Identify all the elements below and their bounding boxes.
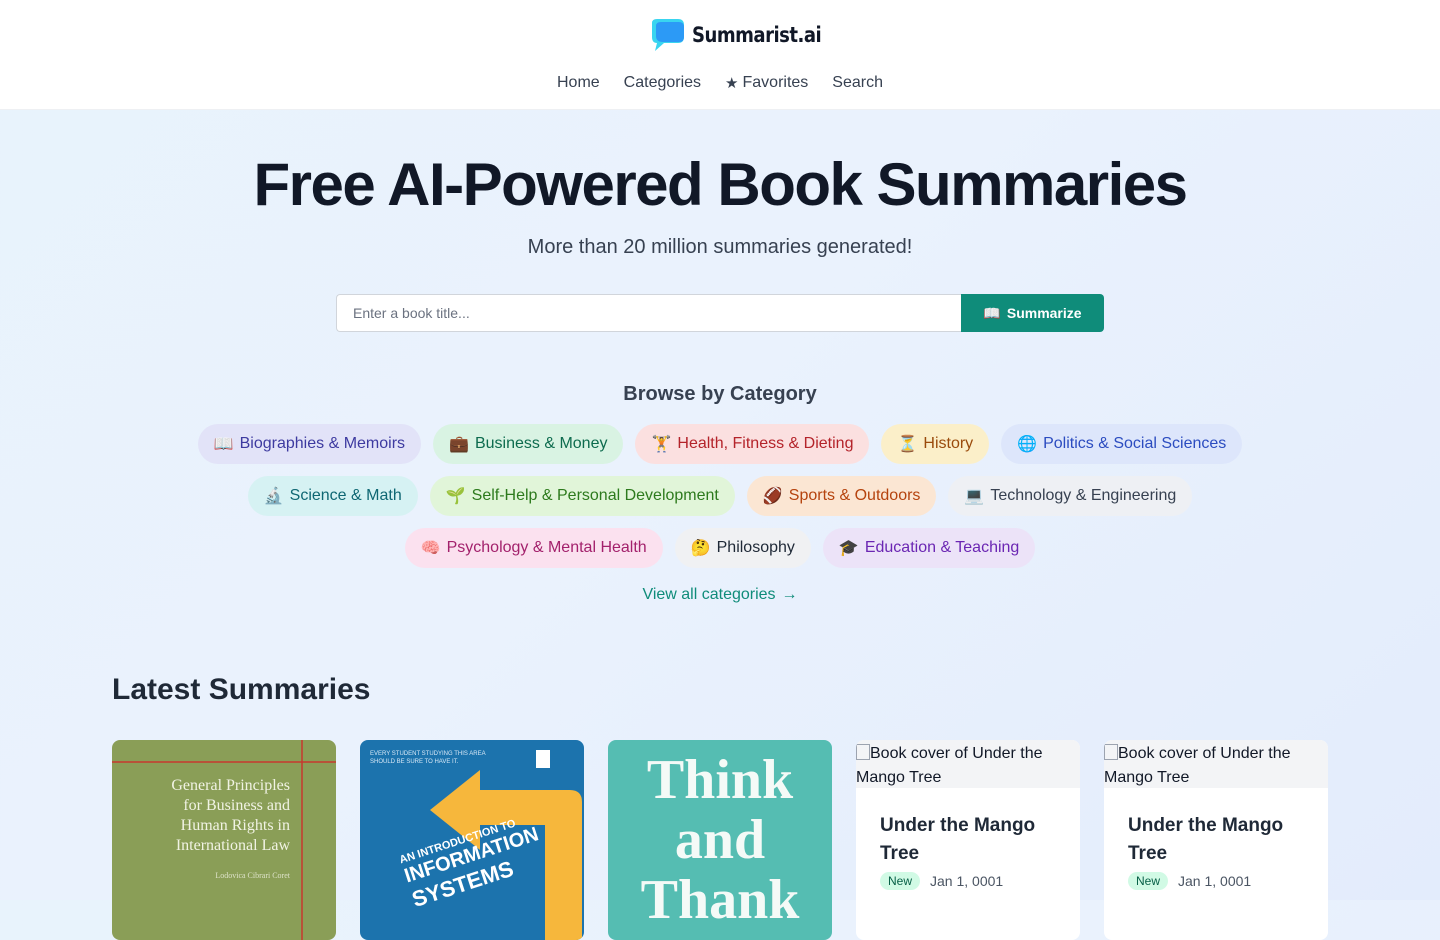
category-label: Science & Math bbox=[289, 487, 402, 504]
category-icon: 📖 bbox=[213, 436, 234, 453]
summarize-form: 📖 Summarize bbox=[336, 294, 1104, 332]
category-icon: 🌐 bbox=[1017, 436, 1038, 453]
hero-subtitle: More than 20 million summaries generated… bbox=[527, 236, 913, 258]
category-pill[interactable]: 🤔 Philosophy bbox=[674, 528, 811, 568]
category-pill[interactable]: 🧠 Psychology & Mental Health bbox=[404, 528, 663, 568]
card-body: Under the Mango Tree New Jan 1, 0001 bbox=[1104, 788, 1328, 914]
card-date: Jan 1, 0001 bbox=[1178, 873, 1252, 889]
category-pill[interactable]: 🏋️ Health, Fitness & Dieting bbox=[635, 424, 870, 464]
broken-book-cover-image: Book cover of Under the Mango Tree bbox=[856, 740, 1080, 788]
cover-tagline: EVERY STUDENT STUDYING THIS AREA SHOULD … bbox=[370, 751, 486, 765]
latest-summaries-title: Latest Summaries bbox=[112, 673, 371, 706]
category-icon: 💻 bbox=[964, 488, 985, 505]
chat-bubble-logo-icon bbox=[648, 17, 686, 53]
category-row: 🧠 Psychology & Mental Health 🤔 Philosophy 🎓 E… bbox=[0, 528, 1440, 568]
summarize-button[interactable]: 📖 Summarize bbox=[961, 294, 1104, 332]
category-pill[interactable]: 💼 Business & Money bbox=[433, 424, 624, 464]
category-icon: 🏈 bbox=[762, 488, 783, 505]
category-label: Business & Money bbox=[474, 435, 608, 452]
arrow-right-icon: → bbox=[781, 586, 798, 603]
category-label: Technology & Engineering bbox=[990, 487, 1177, 504]
card-body: Under the Mango Tree New Jan 1, 0001 bbox=[856, 788, 1080, 914]
summarize-button-label: Summarize bbox=[1006, 305, 1082, 321]
browse-category-title: Browse by Category bbox=[623, 383, 817, 405]
category-label: Politics & Social Sciences bbox=[1043, 435, 1227, 452]
category-icon: 💼 bbox=[449, 436, 469, 453]
category-pill[interactable]: 🔬 Science & Math bbox=[247, 476, 418, 516]
broken-image-icon bbox=[1104, 744, 1118, 760]
book-title-input[interactable] bbox=[336, 294, 961, 332]
card-title: Under the Mango Tree bbox=[880, 815, 1036, 864]
category-pill[interactable]: 📖 Biographies & Memoirs bbox=[197, 424, 422, 464]
summary-card[interactable]: General Principles for Business and Huma… bbox=[112, 740, 336, 940]
broken-book-cover-image: Book cover of Under the Mango Tree bbox=[1104, 740, 1328, 788]
category-pill[interactable]: 🌐 Politics & Social Sciences bbox=[1001, 424, 1243, 464]
card-date: Jan 1, 0001 bbox=[930, 873, 1004, 889]
category-pill[interactable]: 💻 Technology & Engineering bbox=[948, 476, 1193, 516]
category-icon: 🤔 bbox=[690, 540, 711, 557]
category-pill[interactable]: ⏳ History bbox=[881, 424, 990, 464]
nav-home[interactable]: Home bbox=[557, 70, 600, 96]
site-header: Summarist.ai Home Categories ★ Favorites… bbox=[0, 0, 1440, 110]
category-row: 📖 Biographies & Memoirs 💼 Business & Money 🏋… bbox=[0, 424, 1440, 464]
view-all-label: View all categories bbox=[642, 586, 776, 603]
nav-favorites[interactable]: ★ Favorites bbox=[725, 70, 808, 96]
category-icon: 🌱 bbox=[445, 488, 466, 505]
category-icon: 🏋️ bbox=[651, 436, 672, 453]
broken-image-icon bbox=[856, 744, 870, 760]
nav-favorites-label: Favorites bbox=[742, 74, 809, 91]
star-icon: ★ bbox=[725, 75, 739, 92]
summary-card[interactable]: EVERY STUDENT STUDYING THIS AREA SHOULD … bbox=[360, 740, 584, 940]
category-icon: 🧠 bbox=[420, 540, 441, 557]
summary-card[interactable]: Book cover of Under the Mango Tree Under… bbox=[856, 740, 1080, 940]
category-pill[interactable]: 🌱 Self-Help & Personal Development bbox=[429, 476, 735, 516]
category-pill[interactable]: 🎓 Education & Teaching bbox=[822, 528, 1036, 568]
view-all-categories: View all categories → bbox=[0, 586, 1440, 604]
summary-card[interactable]: Think and Thank bbox=[608, 740, 832, 940]
book-icon: 📖 bbox=[983, 304, 1001, 321]
category-icon: 🎓 bbox=[838, 540, 859, 557]
category-label: Psychology & Mental Health bbox=[446, 539, 647, 556]
category-pill[interactable]: 🏈 Sports & Outdoors bbox=[746, 476, 937, 516]
category-label: Sports & Outdoors bbox=[788, 487, 921, 504]
latest-summaries-list: General Principles for Business and Huma… bbox=[112, 740, 1328, 940]
nav-categories[interactable]: Categories bbox=[624, 70, 701, 96]
category-label: Biographies & Memoirs bbox=[239, 435, 406, 452]
category-icon: 🔬 bbox=[263, 488, 284, 505]
view-all-categories-link[interactable]: View all categories → bbox=[642, 586, 797, 604]
main-nav: Home Categories ★ Favorites Search bbox=[0, 70, 1440, 96]
brand-logo[interactable]: Summarist.ai bbox=[648, 16, 842, 54]
cover-text: General Principles for Business and Huma… bbox=[171, 777, 290, 880]
category-row: 🔬 Science & Math 🌱 Self-Help & Personal Dev… bbox=[0, 476, 1440, 516]
category-label: History bbox=[923, 435, 974, 452]
brand-name: Summarist.ai bbox=[692, 23, 822, 47]
new-badge: New bbox=[880, 872, 921, 890]
category-label: Health, Fitness & Dieting bbox=[677, 435, 854, 452]
new-badge: New bbox=[1128, 872, 1169, 890]
hero-title: Free AI-Powered Book Summaries bbox=[253, 151, 1188, 218]
cover-text: Think and Thank bbox=[640, 749, 800, 931]
card-meta: New Jan 1, 0001 bbox=[880, 872, 1056, 890]
card-title: Under the Mango Tree bbox=[1128, 815, 1284, 864]
category-label: Philosophy bbox=[716, 539, 795, 556]
card-meta: New Jan 1, 0001 bbox=[1128, 872, 1304, 890]
category-icon: ⏳ bbox=[897, 436, 918, 453]
category-label: Education & Teaching bbox=[864, 539, 1020, 556]
summary-card[interactable]: Book cover of Under the Mango Tree Under… bbox=[1104, 740, 1328, 940]
nav-search[interactable]: Search bbox=[832, 70, 883, 96]
category-label: Self-Help & Personal Development bbox=[471, 487, 719, 504]
